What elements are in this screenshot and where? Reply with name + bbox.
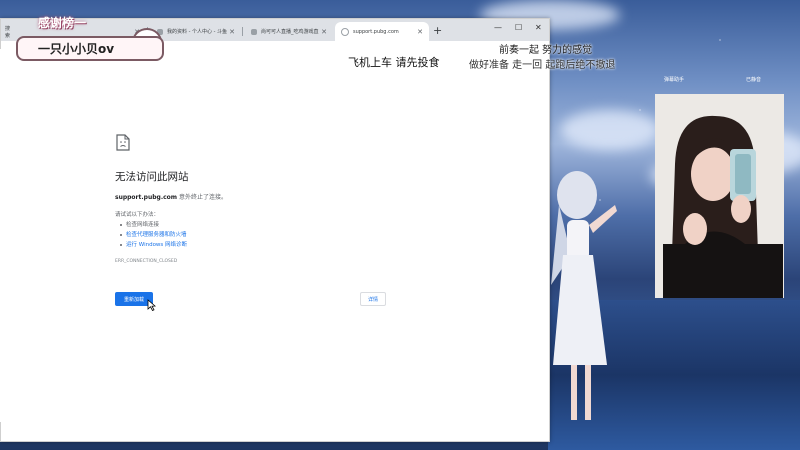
suggestion-check-network: 检查网络连接 — [119, 220, 187, 230]
tab-label: 搜索 — [5, 25, 11, 39]
suggestion-list: 检查网络连接 检查代理服务器和防火墙 运行 Windows 网络诊断 — [119, 220, 187, 250]
details-button[interactable]: 详情 — [360, 292, 386, 306]
tab-douyu-profile[interactable]: 我的资料 - 个人中心 - 斗鱼 ✕ — [151, 22, 241, 41]
error-host-message: support.pubg.com 意外终止了连接。 — [115, 192, 227, 201]
streamer-name: 一只小小贝ov — [38, 42, 115, 56]
minimize-button[interactable]: — — [494, 23, 502, 32]
webcam-person-image — [655, 94, 784, 298]
suggestion-check-proxy-link[interactable]: 检查代理服务器和防火墙 — [119, 230, 187, 240]
douyu-favicon-icon — [251, 28, 257, 35]
tab-label: support.pubg.com — [353, 28, 399, 35]
mouse-cursor-icon — [147, 299, 156, 311]
error-page: 无法访问此网站 support.pubg.com 意外终止了连接。 请试试以下办… — [0, 49, 548, 422]
muted-label: 已静音 — [746, 77, 762, 83]
error-host-text: 意外终止了连接。 — [177, 194, 227, 201]
error-title: 无法访问此网站 — [115, 171, 189, 183]
song-lyric-line-1: 前奏一起 努力的感觉 — [499, 45, 593, 56]
gift-thanks-banner: 感谢榜一 — [38, 16, 87, 30]
watermark-text: Espejo — [345, 432, 375, 442]
sad-page-icon — [116, 134, 130, 151]
error-code: ERR_CONNECTION_CLOSED — [115, 259, 178, 264]
suggestion-run-diagnostics-link[interactable]: 运行 Windows 网络诊断 — [119, 240, 187, 250]
stream-slogan: 飞机上车 请先投食 — [348, 56, 440, 69]
cloud — [560, 110, 660, 150]
webcam-feed — [655, 94, 784, 298]
close-icon[interactable]: ✕ — [417, 28, 423, 36]
error-host: support.pubg.com — [115, 194, 178, 201]
song-lyric-line-2: 做好准备 走一回 起跑后绝不撤退 — [469, 60, 616, 71]
close-icon[interactable]: ✕ — [229, 28, 235, 36]
loading-favicon-icon — [341, 27, 349, 36]
tab-label: 尚可可人直播_吃鸡游戏直 — [261, 29, 319, 35]
tab-support-pubg[interactable]: support.pubg.com ✕ — [335, 22, 429, 41]
close-window-button[interactable]: ✕ — [535, 23, 542, 32]
tab-label: 我的资料 - 个人中心 - 斗鱼 — [167, 29, 227, 35]
close-icon[interactable]: ✕ — [321, 28, 327, 36]
danmaku-assistant-label: 弹幕助手 — [664, 77, 685, 83]
try-label: 请试试以下办法： — [115, 212, 160, 218]
tab-stream-room[interactable]: 尚可可人直播_吃鸡游戏直 ✕ — [245, 22, 333, 41]
streamer-name-card: 一只小小贝ov — [16, 36, 164, 61]
tab-separator — [242, 27, 243, 36]
new-tab-button[interactable]: + — [433, 24, 442, 37]
anime-girl-illustration — [551, 171, 617, 420]
tab-search[interactable]: 搜索 — [0, 22, 19, 41]
maximize-button[interactable]: ☐ — [515, 23, 522, 32]
